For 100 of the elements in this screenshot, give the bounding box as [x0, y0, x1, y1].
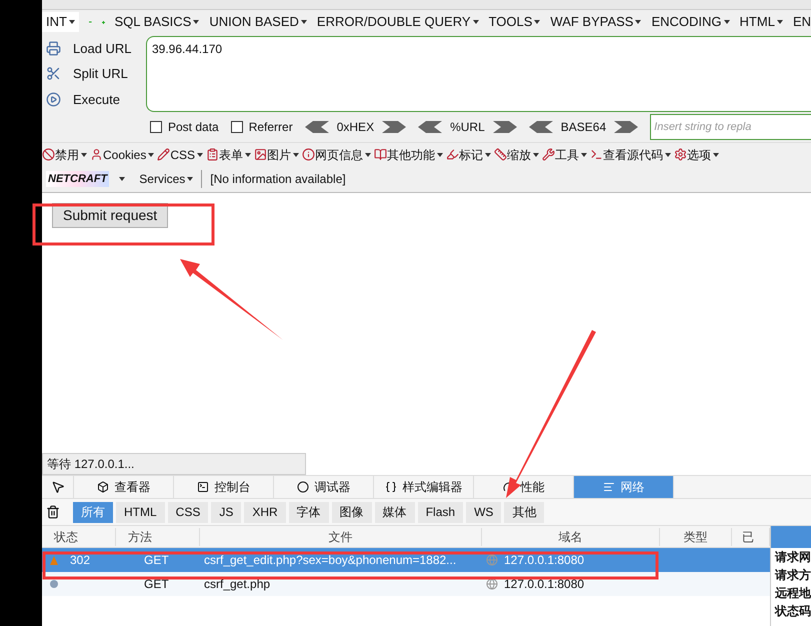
filter-button[interactable]: Flash [418, 502, 464, 522]
encoder-label: 0xHEX [336, 119, 374, 136]
toolbar-menu[interactable]: CSS [157, 146, 204, 164]
column-header[interactable]: 方法 [116, 528, 200, 546]
services-menu[interactable]: Services [139, 170, 194, 188]
hackbar-menu[interactable]: SQL BASICS [114, 12, 200, 32]
column-header[interactable]: 类型 [660, 528, 732, 546]
filter-button[interactable]: 图像 [332, 502, 372, 522]
action-link[interactable]: Split URL [73, 64, 128, 84]
filter-button[interactable]: 其他 [504, 502, 544, 522]
action-link[interactable]: Load URL [73, 38, 132, 58]
terminal-icon [590, 148, 604, 161]
caret-icon [635, 20, 642, 24]
toolbar-menu[interactable]: 标记 [446, 146, 492, 164]
netcraft-logo[interactable]: NETCRAFT [46, 170, 110, 188]
caret-icon [245, 152, 252, 156]
caret-icon [533, 152, 540, 156]
devtools-tab[interactable]: 样式编辑器 [374, 476, 474, 498]
caret-icon [300, 20, 307, 24]
wrench-icon [542, 148, 556, 161]
devtools-tab[interactable]: 查看器 [74, 476, 174, 498]
encoder-label: %URL [450, 119, 485, 136]
toolbar-menu[interactable]: 其他功能 [374, 146, 444, 164]
encoder-label: BASE64 [560, 119, 606, 136]
lines-icon [602, 481, 614, 493]
filter-button[interactable]: CSS [168, 502, 208, 522]
caret-icon [472, 20, 479, 24]
play-icon [46, 92, 61, 107]
action-link[interactable]: Execute [73, 90, 120, 110]
trash-icon[interactable] [46, 505, 60, 519]
pick-icon[interactable] [50, 480, 64, 494]
panel-label: 状态码 [774, 603, 811, 620]
domain-cell-text: 127.0.0.1:8080 [504, 552, 584, 569]
devtools-tab[interactable]: 控制台 [174, 476, 274, 498]
toolbar-menu[interactable]: 网页信息 [302, 146, 372, 164]
filter-button[interactable]: 媒体 [374, 502, 415, 522]
toolbar-menu[interactable]: 缩放 [494, 146, 540, 164]
toolbar-menu[interactable]: 禁用 [42, 146, 87, 164]
hackbar-menu[interactable]: HTML [740, 12, 783, 32]
column-header[interactable]: 文件 [200, 528, 482, 546]
settings-icon [674, 148, 688, 161]
book-icon [374, 148, 388, 161]
toolbar-menu[interactable]: 查看源代码 [590, 146, 672, 164]
filter-button[interactable]: HTML [116, 502, 165, 522]
panel-label: 请求方 [774, 567, 811, 584]
toolbar-menu[interactable]: 工具 [542, 146, 588, 164]
checkbox[interactable] [150, 121, 162, 133]
domain-cell-text: 127.0.0.1:8080 [504, 576, 584, 593]
file-cell-text: csrf_get.php [203, 576, 272, 593]
caret-icon [534, 20, 540, 24]
caret-icon [187, 177, 194, 181]
toolbar-menu[interactable]: 表单 [206, 146, 252, 164]
method-cell-text: GET [143, 576, 170, 593]
caret-icon [293, 152, 300, 156]
caret-icon [197, 152, 204, 156]
checkbox[interactable] [230, 121, 243, 133]
filter-button[interactable]: 字体 [288, 502, 329, 522]
braces-icon [384, 481, 396, 493]
toolbar-menu[interactable]: 图片 [254, 146, 300, 164]
image-icon [254, 148, 268, 161]
globe-icon [486, 578, 498, 590]
hackbar-menu[interactable]: WAF BYPASS [550, 12, 642, 32]
caret-icon [148, 152, 154, 156]
right-arrow-icon[interactable] [614, 121, 638, 133]
box-icon [96, 481, 108, 493]
caret-icon [776, 20, 783, 24]
left-arrow-icon[interactable] [304, 121, 329, 133]
column-header[interactable]: 状态 [42, 528, 116, 546]
toolbar-menu[interactable]: 选项 [674, 146, 720, 164]
caret-icon [724, 20, 730, 24]
dot-icon [50, 580, 58, 588]
clipboard-icon [206, 148, 220, 161]
filter-button[interactable]: JS [211, 502, 242, 522]
filter-button[interactable]: WS [466, 502, 502, 522]
checkbox-label: Referrer [248, 119, 293, 136]
column-header[interactable]: 域名 [482, 528, 660, 546]
right-arrow-icon[interactable] [492, 121, 517, 133]
hackbar-menu[interactable]: ERROR/DOUBLE QUERY [316, 12, 479, 32]
caret-icon [665, 152, 672, 156]
toolbar-menu[interactable]: Cookies [90, 146, 154, 164]
filter-button[interactable]: XHR [244, 502, 286, 522]
scissors-icon [46, 66, 61, 82]
info-text: [No information available] [210, 171, 346, 188]
column-header[interactable]: 已 [732, 528, 770, 546]
left-arrow-icon[interactable] [528, 121, 553, 133]
hackbar-menu[interactable]: UNION BASED [209, 12, 307, 32]
hackbar-menu[interactable]: ENCODING [651, 12, 730, 32]
left-arrow-icon[interactable] [418, 121, 442, 133]
url-field[interactable]: 39.96.44.170 [146, 36, 811, 112]
caret-icon [485, 152, 492, 156]
hackbar-menu[interactable]: EN [792, 12, 811, 32]
hackbar-menu[interactable]: TOOLS [488, 12, 540, 32]
caret-icon [365, 152, 372, 156]
printer-icon [46, 41, 61, 56]
panel-label: 请求网 [774, 549, 811, 566]
caret-icon [68, 20, 75, 24]
user-icon [90, 148, 103, 161]
type-select[interactable]: INT [42, 12, 79, 32]
right-arrow-icon[interactable] [382, 121, 406, 133]
devtools-tab[interactable]: 调试器 [274, 476, 374, 498]
